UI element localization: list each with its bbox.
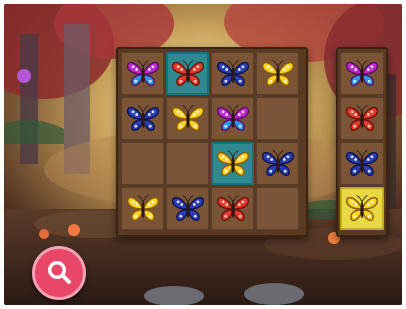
collection-tray xyxy=(336,47,388,237)
red-butterfly-tile[interactable] xyxy=(166,52,209,95)
magenta-butterfly-icon xyxy=(126,59,159,86)
magenta-butterfly-tile[interactable] xyxy=(121,52,164,95)
empty-tile xyxy=(166,142,209,185)
magenta-butterfly-icon xyxy=(216,104,249,131)
yellow-butterfly-tile[interactable] xyxy=(121,187,164,230)
tray-slot-red[interactable] xyxy=(340,97,384,140)
blue-butterfly-icon xyxy=(171,194,204,221)
blue-butterfly-icon xyxy=(126,104,159,131)
zoom-button[interactable] xyxy=(32,246,86,300)
game-scene xyxy=(4,4,402,305)
blue-butterfly-icon xyxy=(345,149,379,176)
tray-slot-yellow[interactable] xyxy=(340,187,384,230)
empty-tile xyxy=(256,187,299,230)
blue-butterfly-icon xyxy=(261,149,294,176)
blue-butterfly-tile[interactable] xyxy=(211,52,254,95)
red-butterfly-icon xyxy=(216,194,249,221)
yellow-butterfly-icon xyxy=(171,104,204,131)
red-butterfly-icon xyxy=(345,104,379,131)
tray-slot-blue[interactable] xyxy=(340,142,384,185)
blue-butterfly-tile[interactable] xyxy=(256,142,299,185)
empty-tile xyxy=(256,97,299,140)
yellow-butterfly-icon xyxy=(345,194,379,221)
yellow-butterfly-tile[interactable] xyxy=(211,142,254,185)
yellow-butterfly-icon xyxy=(216,149,249,176)
tray-slot-magenta[interactable] xyxy=(340,52,384,95)
empty-tile xyxy=(121,142,164,185)
magenta-butterfly-icon xyxy=(345,59,379,86)
red-butterfly-tile[interactable] xyxy=(211,187,254,230)
yellow-butterfly-icon xyxy=(126,194,159,221)
tile-grid xyxy=(121,52,299,230)
game-board xyxy=(116,47,308,237)
magenta-butterfly-tile[interactable] xyxy=(211,97,254,140)
yellow-butterfly-tile[interactable] xyxy=(256,52,299,95)
blue-butterfly-icon xyxy=(216,59,249,86)
red-butterfly-icon xyxy=(171,59,204,86)
tray-slots xyxy=(340,52,384,230)
yellow-butterfly-icon xyxy=(261,59,294,86)
blue-butterfly-tile[interactable] xyxy=(121,97,164,140)
magnifier-icon xyxy=(48,261,71,284)
yellow-butterfly-tile[interactable] xyxy=(166,97,209,140)
blue-butterfly-tile[interactable] xyxy=(166,187,209,230)
